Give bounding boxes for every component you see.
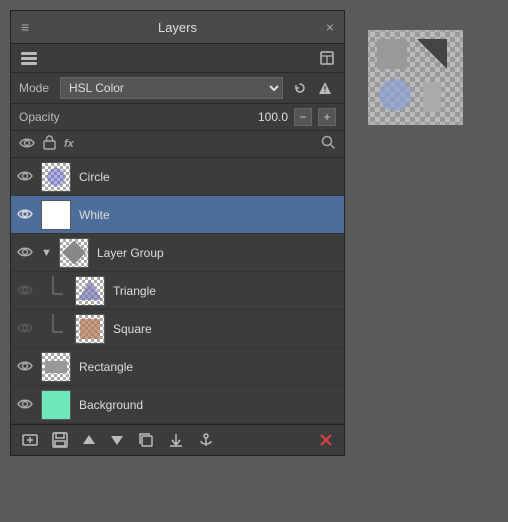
layer-item[interactable]: ▼ Layer Group: [11, 234, 344, 272]
layer-name-white: White: [79, 208, 338, 222]
panel-options-button[interactable]: [316, 49, 338, 67]
opacity-minus-button[interactable]: −: [294, 108, 312, 126]
layer-item[interactable]: Background: [11, 386, 344, 424]
layer-visibility-square[interactable]: [17, 321, 35, 337]
opacity-row: Opacity 100.0 − +: [11, 104, 344, 131]
layer-visibility-rectangle[interactable]: [17, 359, 35, 375]
layer-visibility-white[interactable]: [17, 207, 35, 223]
fx-filter-icon[interactable]: fx: [64, 138, 74, 150]
layer-thumb-rectangle: [41, 352, 71, 382]
panel-title: Layers: [29, 20, 326, 35]
layer-item[interactable]: Circle: [11, 158, 344, 196]
save-button[interactable]: [47, 429, 73, 451]
anchor-button[interactable]: [193, 429, 219, 451]
group-expand-arrow[interactable]: ▼: [41, 247, 59, 259]
opacity-value: 100.0: [73, 110, 288, 124]
layer-item[interactable]: Rectangle: [11, 348, 344, 386]
canvas-preview: [368, 30, 463, 125]
mode-select[interactable]: HSL Color: [60, 77, 283, 99]
layers-list: Circle White ▼: [11, 158, 344, 424]
bottom-toolbar: [11, 424, 344, 455]
layer-name-square: Square: [113, 322, 338, 336]
extra-mode-button[interactable]: [314, 79, 336, 97]
layer-visibility-background[interactable]: [17, 397, 35, 413]
layer-item[interactable]: White: [11, 196, 344, 234]
layer-thumb-triangle: [75, 276, 105, 306]
layer-name-background: Background: [79, 398, 338, 412]
preview-area: [355, 0, 471, 140]
sub-indent-square: [45, 314, 75, 344]
layer-item[interactable]: Triangle: [11, 272, 344, 310]
merge-button[interactable]: [163, 429, 189, 451]
top-toolbar: [11, 44, 344, 73]
layer-thumb-circle: [41, 162, 71, 192]
lock-filter-icon[interactable]: [43, 135, 56, 153]
layers-panel: ≡ Layers × Mode HSL Color: [10, 10, 345, 456]
layer-thumb-background: [41, 390, 71, 420]
panel-title-bar: ≡ Layers ×: [11, 11, 344, 44]
layer-thumb-group: [59, 238, 89, 268]
layer-thumb-square: [75, 314, 105, 344]
filter-row: fx: [11, 131, 344, 158]
panel-close-button[interactable]: ×: [326, 19, 334, 35]
layer-item[interactable]: Square: [11, 310, 344, 348]
eye-filter-icon[interactable]: [19, 136, 35, 152]
opacity-plus-button[interactable]: +: [318, 108, 336, 126]
layer-name-group: Layer Group: [97, 246, 338, 260]
panel-stack-icon[interactable]: ≡: [21, 19, 29, 35]
move-down-button[interactable]: [105, 430, 129, 450]
layer-visibility-group[interactable]: [17, 245, 35, 261]
stack-button[interactable]: [17, 48, 41, 68]
duplicate-button[interactable]: [133, 429, 159, 451]
mode-label: Mode: [19, 81, 54, 95]
move-up-button[interactable]: [77, 430, 101, 450]
reset-mode-button[interactable]: [289, 79, 311, 97]
search-icon[interactable]: [321, 135, 336, 153]
sub-indent-triangle: [45, 276, 75, 306]
layer-visibility-triangle[interactable]: [17, 283, 35, 299]
layer-name-rectangle: Rectangle: [79, 360, 338, 374]
delete-button[interactable]: [314, 430, 338, 450]
layer-name-circle: Circle: [79, 170, 338, 184]
layer-visibility-circle[interactable]: [17, 169, 35, 185]
new-layer-button[interactable]: [17, 429, 43, 451]
opacity-label: Opacity: [19, 110, 67, 124]
layer-thumb-white: [41, 200, 71, 230]
mode-row: Mode HSL Color: [11, 73, 344, 104]
layer-name-triangle: Triangle: [113, 284, 338, 298]
